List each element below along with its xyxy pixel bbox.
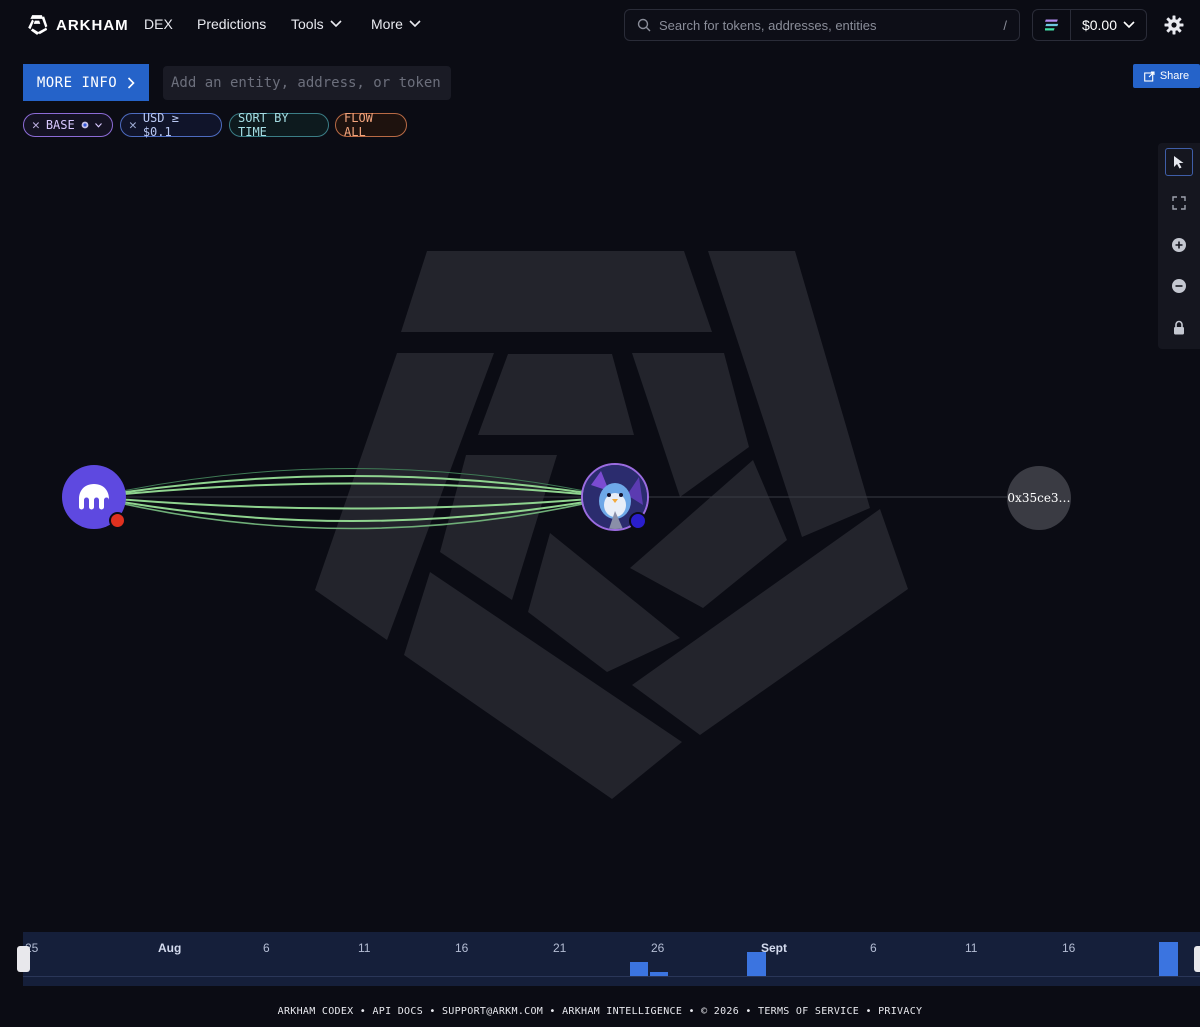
nav-dex-label: DEX [144,16,173,32]
address-node-label: 0x35ce3… [1007,491,1071,505]
add-entity-input[interactable] [163,66,451,100]
close-icon[interactable]: ✕ [32,118,40,133]
flow-all-chip[interactable]: FLOW ALL [335,111,407,139]
top-nav: ARKHAM DEX Predictions Tools More / $0.0… [0,0,1200,52]
nav-dex[interactable]: DEX [144,16,173,32]
timeline-bar[interactable] [747,952,766,977]
more-info-label: MORE INFO [36,74,118,91]
filter-chain-label: BASE [45,118,75,132]
nav-predictions-label: Predictions [197,16,267,32]
chevron-down-icon [409,20,421,28]
share-icon [1143,70,1155,82]
timeline-label: 11 [965,941,978,955]
nav-predictions[interactable]: Predictions [197,16,266,32]
balance-value: $0.00 [1081,17,1118,33]
timeline-label: 6 [870,941,877,955]
sort-label: SORT BY TIME [238,111,289,139]
timeline-label: 26 [651,941,665,955]
nav-more-label: More [371,16,403,32]
settings-button[interactable] [1164,15,1184,40]
nav-tools-label: Tools [291,16,324,32]
timeline-label: 16 [455,941,469,955]
search-input[interactable] [659,17,996,33]
timeline-label: 6 [263,941,270,955]
timeline[interactable]: 25 Aug 6 11 16 21 26 Sept 6 11 16 21 [23,932,1200,986]
timeline-bar[interactable] [1159,942,1178,977]
chain-badge [109,512,126,529]
close-icon[interactable]: ✕ [129,118,137,133]
footer-text[interactable]: ARKHAM CODEX • API DOCS • SUPPORT@ARKM.C… [278,1006,923,1017]
chevron-down-icon [94,122,102,128]
more-info-button[interactable]: MORE INFO [23,64,149,101]
kraken-logo-icon [79,484,109,510]
timeline-label: 21 [553,941,567,955]
timeline-label: 16 [1062,941,1076,955]
chevron-down-icon [330,20,342,28]
sort-by-time-chip[interactable]: SORT BY TIME [229,111,329,139]
timeline-end-handle[interactable] [1194,946,1200,972]
flow-label: FLOW ALL [344,111,373,139]
nav-more[interactable]: More [371,16,421,32]
nav-tools[interactable]: Tools [291,16,342,32]
footer-links[interactable]: ARKHAM CODEX • API DOCS • SUPPORT@ARKM.C… [0,1006,1200,1017]
base-chain-icon [81,121,89,129]
filter-usd-chip[interactable]: ✕ USD ≥ $0.1 [120,111,222,139]
chain-badge [629,512,647,530]
search-bar[interactable]: / [624,9,1020,41]
search-icon [637,18,651,32]
timeline-baseline [23,976,1200,977]
timeline-bar[interactable] [630,962,648,977]
kraken-entity-node[interactable] [62,465,126,529]
wallet-balance[interactable]: $0.00 [1032,9,1147,41]
address-node[interactable]: 0x35ce3… [1007,466,1071,530]
share-button[interactable]: Share [1133,64,1200,88]
graph-canvas[interactable] [0,140,1200,920]
arkham-logo[interactable]: ARKHAM [26,14,129,36]
logo-text: ARKHAM [56,16,129,34]
chevron-right-icon [128,76,135,89]
timeline-label: 11 [358,941,371,955]
timeline-start-handle[interactable] [17,946,30,972]
timeline-label: Aug [158,941,182,955]
search-shortcut-hint: / [1003,17,1007,33]
chevron-down-icon [1123,21,1135,29]
flow-edges[interactable] [93,468,1039,530]
arkham-logo-icon [28,15,48,35]
filter-chain-chip[interactable]: ✕ BASE [23,113,113,137]
share-label: Share [1159,70,1190,82]
solana-icon [1033,10,1071,40]
gear-icon [1164,15,1184,35]
filter-usd-label: USD ≥ $0.1 [142,111,179,139]
